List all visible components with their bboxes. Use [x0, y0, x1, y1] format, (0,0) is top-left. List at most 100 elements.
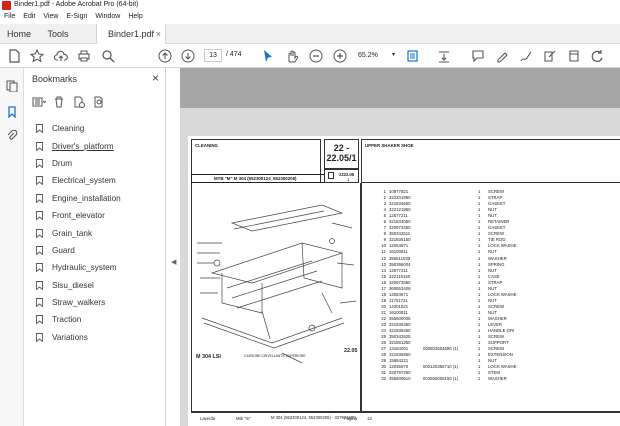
page-icon[interactable]: [6, 48, 22, 64]
bookmark-label: Drum: [52, 158, 73, 168]
part-desc: WASHER: [488, 376, 507, 382]
ref-number: 22.05/1: [326, 153, 357, 163]
bookmark-ribbon-icon: [36, 263, 43, 273]
options-menu-icon[interactable]: [32, 95, 46, 109]
menu-esign[interactable]: E-Sign: [62, 11, 91, 24]
bookmark-item[interactable]: Front_elevator: [36, 207, 121, 224]
bookmark-label: Straw_walkers: [52, 298, 106, 308]
stamp-icon[interactable]: [566, 48, 582, 64]
bookmarks-panel: Bookmarks × Cleaning Driver's_platform Dru…: [24, 68, 166, 426]
bookmark-label: Engine_installation: [52, 193, 121, 203]
bookmark-item[interactable]: Traction: [36, 311, 121, 328]
bookmark-ribbon-icon: [36, 176, 43, 186]
ref-small-box: 2222.05 1: [324, 169, 359, 183]
menu-help[interactable]: Help: [124, 11, 146, 24]
bookmark-ribbon-icon: [36, 211, 43, 221]
bookmark-label: Grain_tank: [52, 228, 93, 238]
exploded-drawing: M 304 LSI CASSONE CRIVELLANTE SUPERIORE …: [191, 183, 361, 412]
collapse-panel-icon[interactable]: ◀: [171, 258, 176, 266]
bookmark-item[interactable]: Straw_walkers: [36, 294, 121, 311]
search-icon[interactable]: [100, 48, 116, 64]
sign-icon[interactable]: [542, 48, 558, 64]
draw-icon[interactable]: [518, 48, 534, 64]
undo-icon[interactable]: [590, 48, 606, 64]
ref-small-sub: 1: [347, 177, 350, 182]
next-page-icon[interactable]: [180, 48, 196, 64]
book-icon: [328, 172, 334, 179]
part-row: 32 355500610 003555006150 (1) 1 WASHER: [376, 376, 528, 382]
bookmark-item[interactable]: Grain_tank: [36, 224, 121, 241]
page-display-icon[interactable]: [405, 48, 421, 64]
delete-bookmark-icon[interactable]: [52, 95, 66, 109]
scroll-mode-icon[interactable]: [436, 48, 452, 64]
bookmark-item[interactable]: Variations: [36, 329, 121, 346]
tab-document[interactable]: Binder1.pdf ×: [96, 24, 166, 44]
navigation-rail: [0, 68, 24, 426]
footer-brand: Laverda: [200, 416, 216, 421]
tab-tools[interactable]: Tools: [38, 24, 78, 44]
pdf-page: CLEANING MTB "M" M 304 (552300124_552300…: [188, 136, 620, 426]
highlight-pen-icon[interactable]: [494, 48, 510, 64]
page-total: / 474: [226, 51, 242, 58]
cloud-upload-icon[interactable]: [53, 48, 69, 64]
bookmark-label: Front_elevator: [52, 211, 105, 221]
shaker-shoe-drawing: [197, 204, 357, 364]
page-number-input[interactable]: 13: [204, 49, 222, 62]
bookmark-label: Driver's_platform: [52, 141, 114, 151]
zoom-out-icon[interactable]: [308, 48, 324, 64]
select-cursor-icon[interactable]: [260, 48, 276, 64]
find-bookmark-icon[interactable]: [92, 95, 106, 109]
acrobat-logo-icon: [2, 1, 11, 10]
menu-view[interactable]: View: [39, 11, 62, 24]
comment-icon[interactable]: [470, 48, 486, 64]
previous-page-icon[interactable]: [157, 48, 173, 64]
tab-bar: Home Tools Binder1.pdf ×: [0, 24, 620, 44]
bookmark-item[interactable]: Electrical_system: [36, 172, 121, 189]
bookmark-item[interactable]: Engine_installation: [36, 190, 121, 207]
model-line: MTB "M" M 304 (552300124_552300208): [214, 176, 297, 181]
bookmark-item[interactable]: Sisu_diesel: [36, 277, 121, 294]
bookmark-list: Cleaning Driver's_platform Drum Electrical_…: [36, 120, 121, 346]
tab-home[interactable]: Home: [0, 24, 38, 44]
bookmark-item[interactable]: Driver's_platform: [36, 137, 121, 154]
zoom-level-select[interactable]: 65.2% ▾: [355, 49, 395, 62]
drawing-caption: CASSONE CRIVELLANTE SUPERIORE: [244, 354, 306, 358]
bookmarks-panel-icon[interactable]: [4, 104, 20, 120]
menu-bar: File Edit View E-Sign Window Help: [0, 11, 620, 24]
menu-edit[interactable]: Edit: [19, 11, 39, 24]
drawing-ref: 22.05: [344, 348, 358, 354]
bookmark-label: Cleaning: [52, 124, 85, 134]
bookmark-ribbon-icon: [36, 193, 43, 203]
bookmark-item[interactable]: Guard: [36, 242, 121, 259]
print-icon[interactable]: [76, 48, 92, 64]
window-title: Binder1.pdf - Adobe Acrobat Pro (64-bit): [14, 1, 139, 8]
toolbar: 13 / 474 65.2% ▾: [0, 44, 620, 68]
parts-list: 1 10977821 1 SCREW 2 322201960 1 STRAP 3 32183465…: [376, 189, 528, 383]
bookmark-item[interactable]: Cleaning: [36, 120, 121, 137]
bookmark-star-icon[interactable]: [29, 48, 45, 64]
panel-splitter[interactable]: ◀: [166, 68, 180, 426]
bookmark-ribbon-icon: [36, 315, 43, 325]
page-thumbnails-icon[interactable]: [4, 78, 20, 94]
ref-top: 22 -: [333, 143, 350, 153]
bookmark-ribbon-icon: [36, 332, 43, 342]
zoom-in-icon[interactable]: [332, 48, 348, 64]
tab-close-icon[interactable]: ×: [156, 24, 161, 44]
bookmarks-header: Bookmarks: [32, 74, 78, 84]
section-title: CLEANING: [195, 143, 218, 148]
close-icon[interactable]: ×: [152, 71, 159, 85]
tab-document-label: Binder1.pdf: [107, 29, 155, 39]
bookmark-label: Hydraulic_system: [52, 263, 117, 273]
part-code: 355500610: [389, 376, 411, 382]
document-viewport[interactable]: CLEANING MTB "M" M 304 (552300124_552300…: [180, 68, 620, 426]
menu-window[interactable]: Window: [91, 11, 124, 24]
hand-tool-icon[interactable]: [284, 48, 300, 64]
menu-file[interactable]: File: [0, 11, 19, 24]
attachments-icon[interactable]: [4, 128, 20, 144]
bookmark-item[interactable]: Hydraulic_system: [36, 259, 121, 276]
previous-page-edge: [180, 68, 620, 108]
bookmark-label: Traction: [52, 315, 82, 325]
ref-box: 22 - 22.05/1: [324, 139, 359, 169]
new-bookmark-icon[interactable]: [72, 95, 86, 109]
bookmark-item[interactable]: Drum: [36, 155, 121, 172]
